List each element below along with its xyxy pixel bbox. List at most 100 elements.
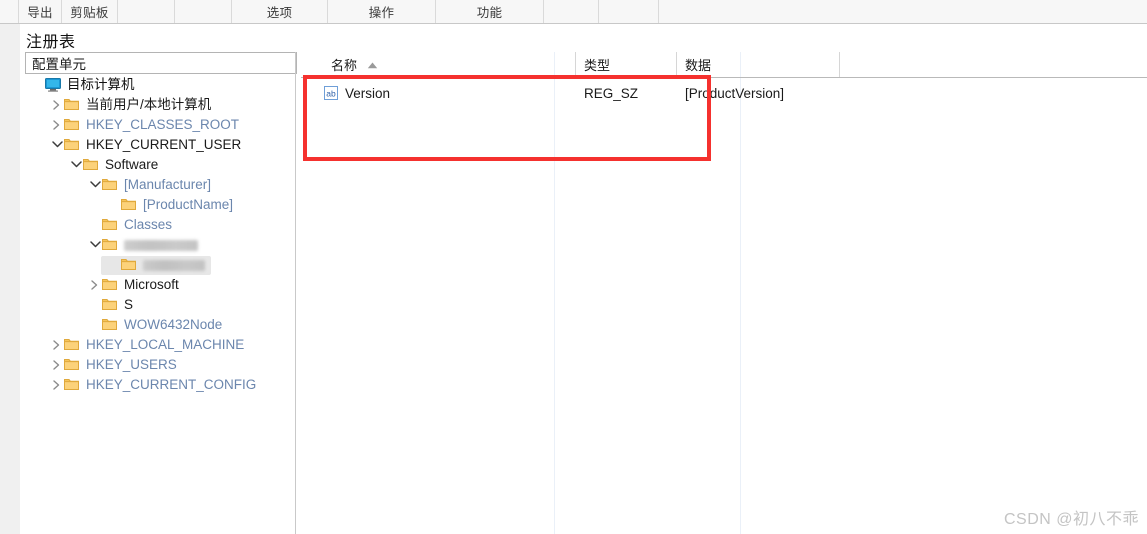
folder-icon bbox=[64, 355, 81, 375]
tree-node[interactable]: 目标计算机 bbox=[25, 75, 297, 95]
registry-tree[interactable]: 目标计算机当前用户/本地计算机 HKEY_CLASSES_ROOT HKEY_CUR… bbox=[25, 75, 297, 534]
tree-node[interactable]: S bbox=[25, 295, 297, 315]
chevron-down-icon[interactable] bbox=[88, 175, 102, 195]
chevron-down-icon[interactable] bbox=[88, 235, 102, 255]
computer-icon bbox=[45, 75, 62, 95]
chevron-placeholder bbox=[107, 255, 121, 275]
ribbon-tab-1[interactable]: 剪贴板 bbox=[62, 0, 118, 23]
tree-node-label: HKEY_LOCAL_MACHINE bbox=[86, 337, 245, 352]
ribbon-toolbar: 导出 剪贴板 选项 操作 功能 bbox=[0, 0, 1147, 24]
chevron-placeholder bbox=[107, 195, 121, 215]
ribbon-tab-empty-2 bbox=[118, 0, 175, 23]
tree-node[interactable]: Microsoft bbox=[25, 275, 297, 295]
folder-icon bbox=[64, 335, 81, 355]
tree-node-label: 目标计算机 bbox=[67, 77, 135, 92]
chevron-right-icon[interactable] bbox=[88, 275, 102, 295]
column-header-1[interactable]: 类型 bbox=[576, 52, 677, 77]
chevron-right-icon[interactable] bbox=[50, 115, 64, 135]
chevron-placeholder bbox=[88, 315, 102, 335]
ribbon-tab-empty-7 bbox=[544, 0, 599, 23]
tree-node[interactable]: HKEY_CURRENT_USER bbox=[25, 135, 297, 155]
column-header-2[interactable]: 数据 bbox=[677, 52, 840, 77]
folder-icon bbox=[121, 255, 138, 275]
ribbon-tab-strip: 导出 剪贴板 选项 操作 功能 bbox=[18, 0, 659, 23]
tree-node[interactable]: 当前用户/本地计算机 bbox=[25, 95, 297, 115]
chevron-placeholder bbox=[88, 295, 102, 315]
column-header-label: 名称 bbox=[331, 58, 358, 73]
ribbon-tab-4[interactable]: 选项 bbox=[232, 0, 328, 23]
tree-node-label: HKEY_CLASSES_ROOT bbox=[86, 117, 240, 132]
chevron-right-icon[interactable] bbox=[50, 95, 64, 115]
tree-node[interactable]: Classes bbox=[25, 215, 297, 235]
tree-node-label: Classes bbox=[124, 217, 173, 232]
column-header-0[interactable]: 名称 bbox=[323, 52, 576, 77]
ribbon-tab-5[interactable]: 操作 bbox=[328, 0, 436, 23]
chevron-down-icon[interactable] bbox=[69, 155, 83, 175]
chevron-right-icon[interactable] bbox=[50, 375, 64, 395]
tree-node-label: S bbox=[124, 297, 134, 312]
tree-node-label: WOW6432Node bbox=[124, 317, 223, 332]
tree-node[interactable]: Software bbox=[25, 155, 297, 175]
chevron-right-icon[interactable] bbox=[50, 335, 64, 355]
folder-icon bbox=[83, 155, 100, 175]
string-value-icon: ab bbox=[323, 85, 339, 101]
tree-node[interactable]: HKEY_LOCAL_MACHINE bbox=[25, 335, 297, 355]
value-row[interactable]: ab Version REG_SZ [ProductVersion] bbox=[301, 82, 1147, 104]
ribbon-tab-0[interactable]: 导出 bbox=[18, 0, 62, 23]
page-title: 注册表 bbox=[26, 34, 76, 51]
ribbon-tab-empty-8 bbox=[599, 0, 659, 23]
ribbon-tab-empty-3 bbox=[175, 0, 232, 23]
column-header-label: 类型 bbox=[584, 58, 611, 73]
tree-node[interactable]: HKEY_CURRENT_CONFIG bbox=[25, 375, 297, 395]
folder-icon bbox=[102, 175, 119, 195]
chevron-down-icon[interactable] bbox=[50, 135, 64, 155]
tree-node[interactable]: [Manufacturer] bbox=[25, 175, 297, 195]
tree-node[interactable]: HKEY_USERS bbox=[25, 355, 297, 375]
page-body: 注册表 配置单元 目标计算机 当前用户/本地计算机 HKEY_CLASSES_ROO… bbox=[0, 24, 1147, 534]
value-type-cell[interactable]: REG_SZ bbox=[584, 86, 638, 101]
tree-node[interactable]: HKEY_CLASSES_ROOT bbox=[25, 115, 297, 135]
tree-node[interactable]: WOW6432Node bbox=[25, 315, 297, 335]
tree-node-label: HKEY_USERS bbox=[86, 357, 177, 372]
folder-icon bbox=[102, 235, 119, 255]
registry-tree-panel: 配置单元 目标计算机 当前用户/本地计算机 HKEY_CLASSES_ROOT HKE… bbox=[25, 52, 297, 534]
ribbon-tab-6[interactable]: 功能 bbox=[436, 0, 544, 23]
tree-node[interactable]: [ProductName] bbox=[25, 195, 297, 215]
registry-values-panel: 名称 类型 数据 ab Version REG_SZ [ProductVersion] bbox=[301, 52, 1147, 534]
redacted-label bbox=[124, 239, 198, 251]
folder-icon bbox=[64, 95, 81, 115]
folder-icon bbox=[64, 375, 81, 395]
column-grid-line-1 bbox=[554, 52, 555, 534]
tree-node-label: HKEY_CURRENT_USER bbox=[86, 137, 242, 152]
vertical-scrollbar-track[interactable] bbox=[11, 24, 27, 534]
panel-splitter[interactable] bbox=[295, 52, 296, 534]
svg-text:ab: ab bbox=[326, 89, 336, 99]
value-name-cell[interactable]: ab Version bbox=[323, 85, 390, 101]
value-data-cell[interactable]: [ProductVersion] bbox=[685, 86, 784, 101]
tree-node-label: Microsoft bbox=[124, 277, 179, 292]
folder-icon bbox=[102, 295, 119, 315]
redacted-label bbox=[143, 259, 205, 271]
values-column-header[interactable]: 名称 类型 数据 bbox=[301, 52, 1147, 78]
folder-icon bbox=[64, 115, 81, 135]
tree-node-label: Software bbox=[105, 157, 159, 172]
chevron-right-icon[interactable] bbox=[50, 355, 64, 375]
watermark-text: CSDN @初八不乖 bbox=[1003, 511, 1139, 528]
tree-node[interactable] bbox=[25, 235, 297, 255]
tree-node-selected[interactable] bbox=[25, 255, 297, 275]
